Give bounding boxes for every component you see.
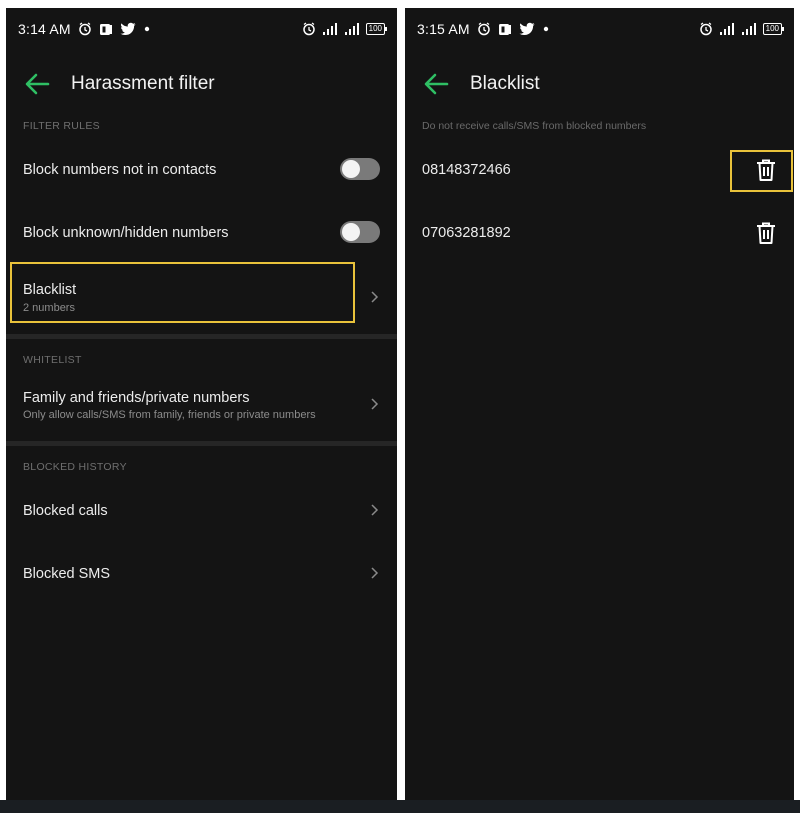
status-time: 3:14 AM — [18, 21, 71, 37]
battery-icon: 100 — [762, 23, 785, 35]
app-notification-icon — [498, 22, 512, 36]
block-not-in-contacts-toggle[interactable] — [340, 158, 380, 180]
dot-icon — [143, 25, 151, 33]
section-label-filter-rules: FILTER RULES — [23, 120, 100, 132]
alarm-icon — [699, 22, 713, 36]
blocked-number: 08148372466 — [422, 162, 511, 178]
section-label-blocked-history: BLOCKED HISTORY — [23, 461, 127, 473]
status-time: 3:15 AM — [417, 21, 470, 37]
app-notification-icon — [99, 22, 113, 36]
blacklist-screen: 3:15 AM 100 Blacklist Do not receive cal… — [405, 8, 794, 800]
row-label: Family and friends/private numbers — [23, 390, 250, 406]
twitter-icon — [519, 22, 535, 36]
chevron-right-icon — [368, 502, 380, 518]
row-label: Blocked SMS — [23, 566, 111, 582]
row-label: Block numbers not in contacts — [23, 162, 217, 178]
row-block-unknown-hidden[interactable]: Block unknown/hidden numbers — [6, 209, 397, 257]
status-bar: 3:14 AM 100 — [6, 18, 397, 40]
blacklist-highlight-box — [10, 262, 355, 323]
divider — [6, 334, 397, 339]
battery-icon: 100 — [365, 23, 388, 35]
blacklist-item[interactable]: 07063281892 — [405, 209, 794, 257]
section-label-whitelist: WHITELIST — [23, 354, 82, 366]
alarm-icon — [477, 22, 491, 36]
page-title: Blacklist — [470, 73, 540, 94]
back-arrow-icon[interactable] — [24, 72, 50, 96]
signal-icon — [344, 23, 360, 35]
row-label: Block unknown/hidden numbers — [23, 225, 229, 241]
row-block-not-in-contacts[interactable]: Block numbers not in contacts — [6, 146, 397, 194]
dot-icon — [542, 25, 550, 33]
signal-icon — [741, 23, 757, 35]
alarm-icon — [302, 22, 316, 36]
block-unknown-hidden-toggle[interactable] — [340, 221, 380, 243]
twitter-icon — [120, 22, 136, 36]
divider — [6, 441, 397, 446]
harassment-filter-screen: 3:14 AM 100 Harassment filter FILTER RUL… — [6, 8, 397, 800]
row-family-friends[interactable]: Family and friends/private numbers Only … — [6, 380, 397, 440]
chevron-right-icon — [368, 289, 380, 305]
toggle-knob — [342, 223, 360, 241]
blacklist-description: Do not receive calls/SMS from blocked nu… — [422, 120, 647, 132]
chevron-right-icon — [368, 396, 380, 412]
page-title: Harassment filter — [71, 73, 215, 94]
bottom-strip — [0, 800, 800, 813]
status-bar: 3:15 AM 100 — [405, 18, 794, 40]
back-arrow-icon[interactable] — [423, 72, 449, 96]
trash-icon[interactable] — [755, 221, 777, 245]
app-header: Blacklist — [405, 64, 794, 104]
toggle-knob — [342, 160, 360, 178]
app-header: Harassment filter — [6, 64, 397, 104]
alarm-icon — [78, 22, 92, 36]
blocked-number: 07063281892 — [422, 225, 511, 241]
signal-icon — [322, 23, 338, 35]
row-blocked-calls[interactable]: Blocked calls — [6, 488, 397, 536]
row-subtitle: Only allow calls/SMS from family, friend… — [23, 409, 316, 421]
row-label: Blocked calls — [23, 503, 108, 519]
chevron-right-icon — [368, 565, 380, 581]
delete-highlight-box — [730, 150, 793, 192]
signal-icon — [719, 23, 735, 35]
row-blocked-sms[interactable]: Blocked SMS — [6, 551, 397, 599]
